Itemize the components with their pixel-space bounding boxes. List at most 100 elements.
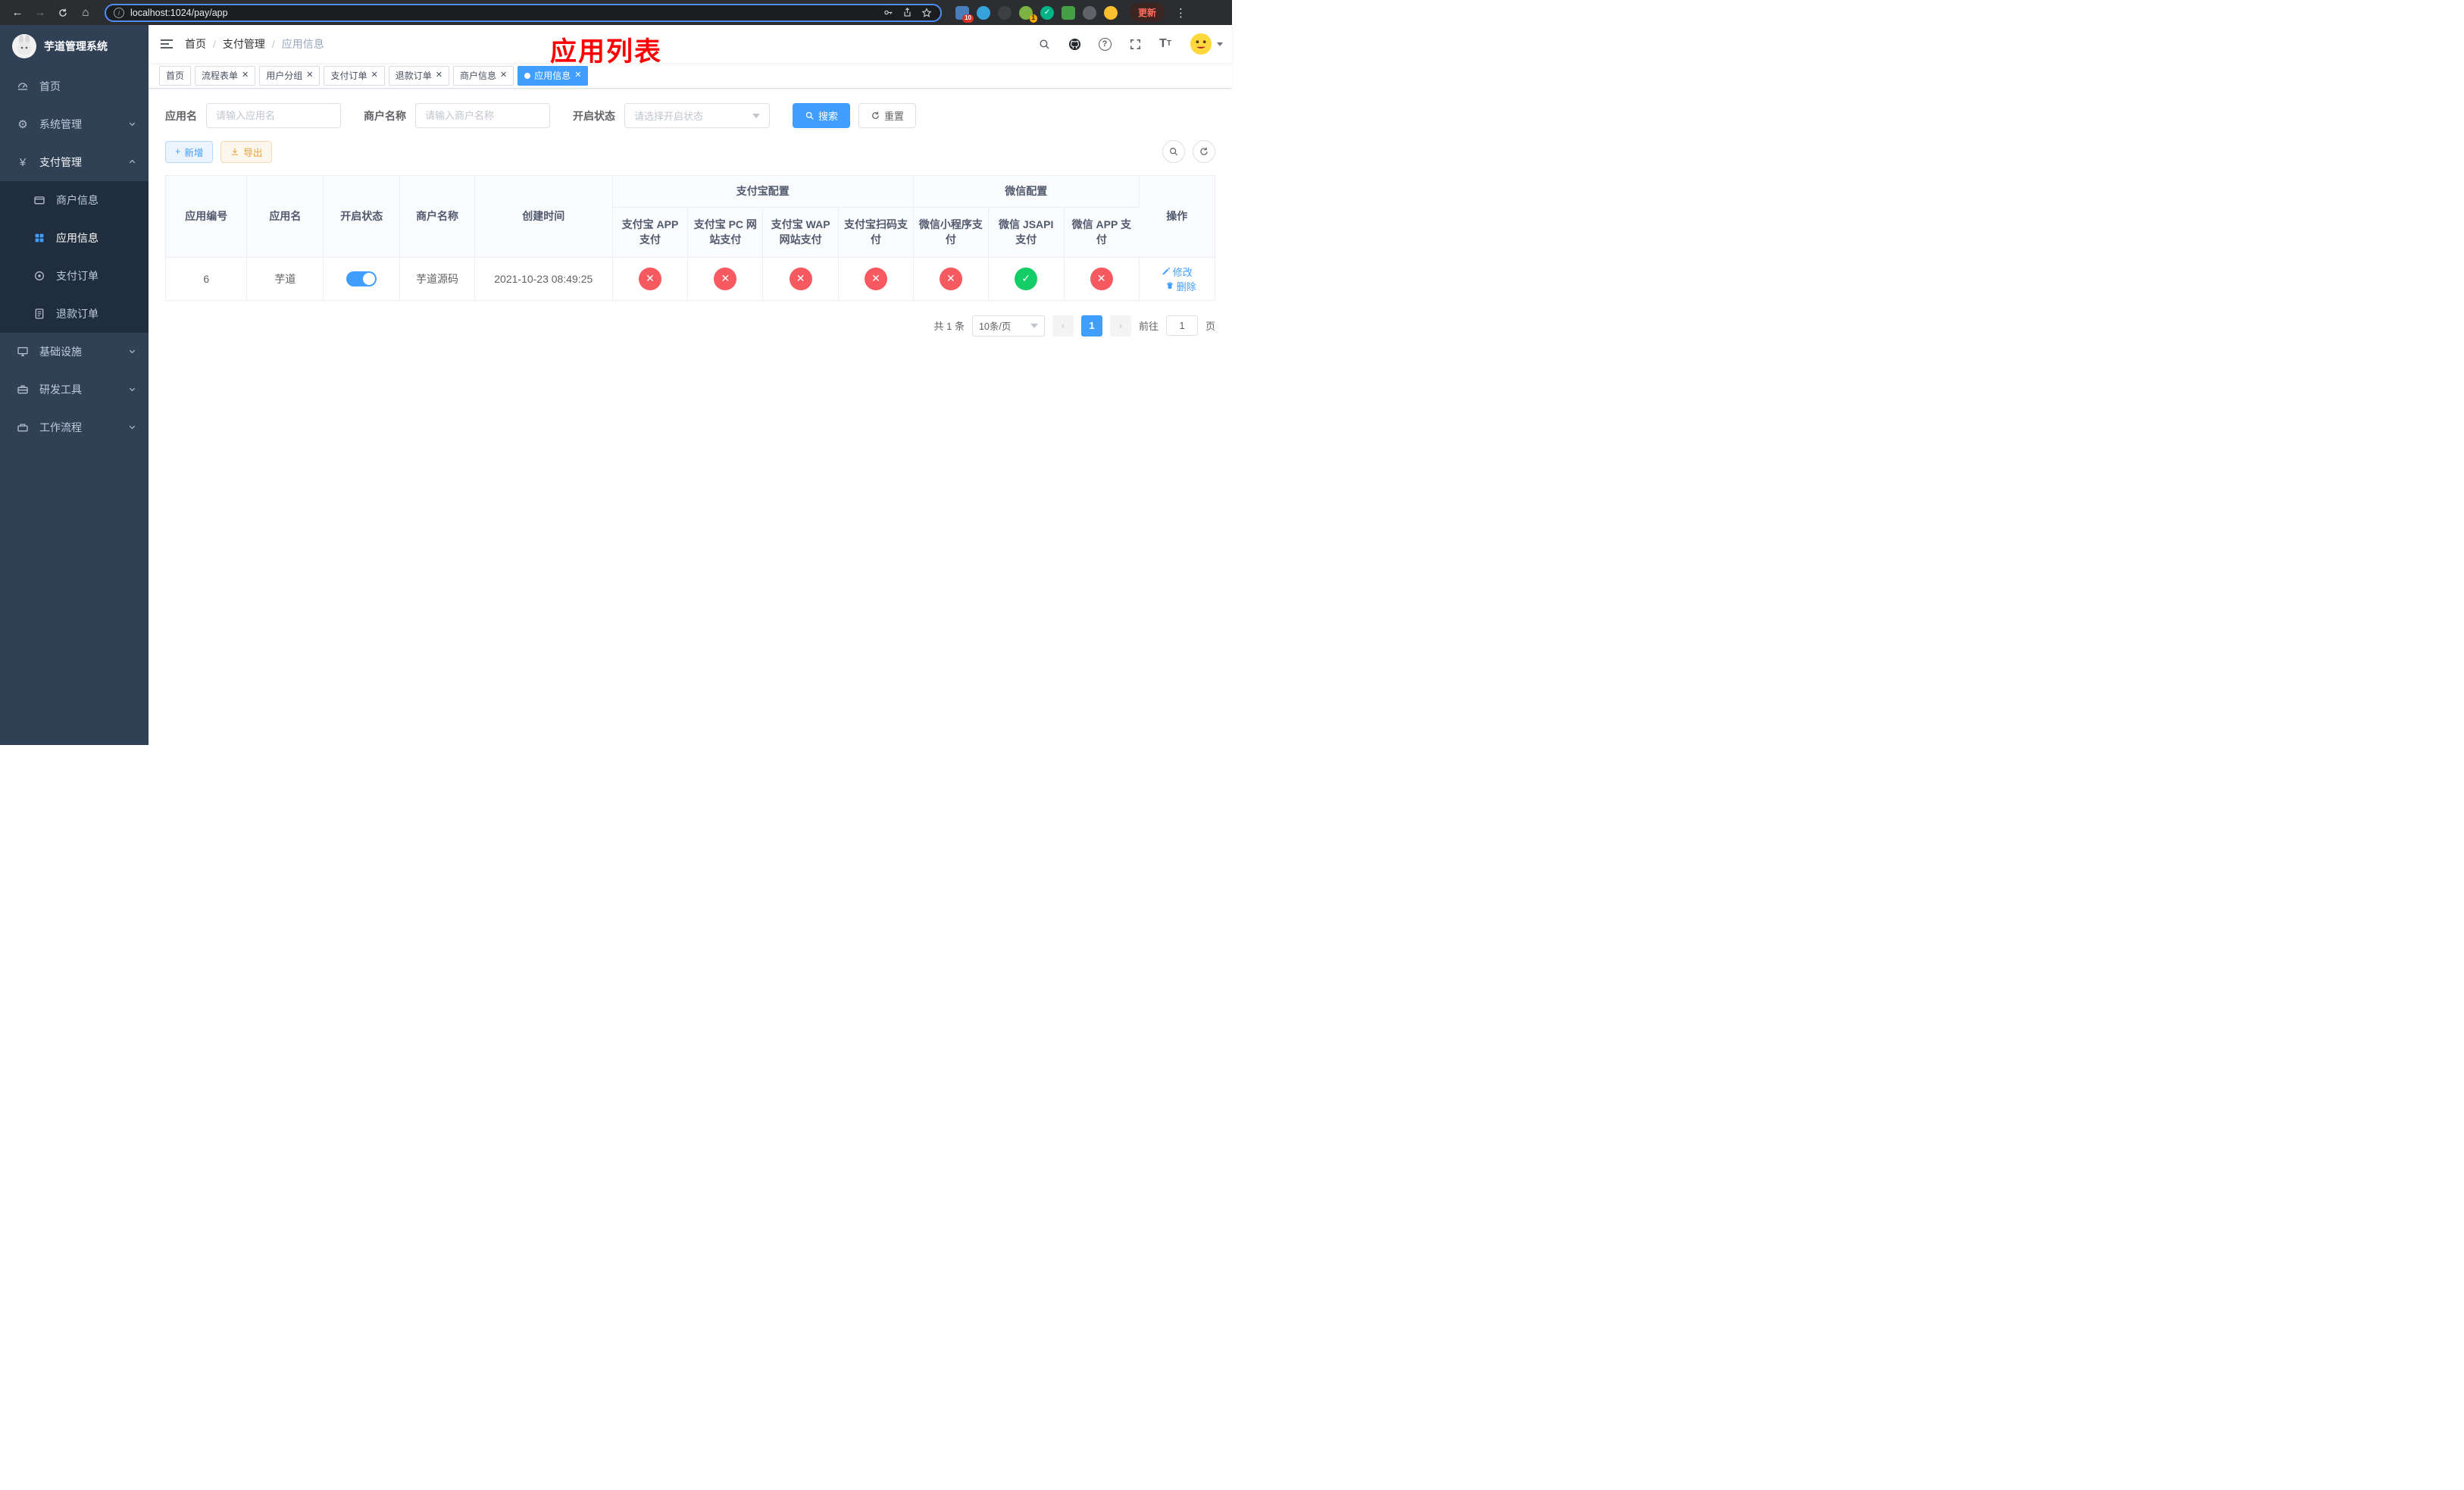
- extension-icon-7[interactable]: [1083, 5, 1096, 20]
- chevron-down-icon: [128, 118, 136, 130]
- pagination-total: 共 1 条: [933, 321, 965, 332]
- merchant-name-input[interactable]: [415, 103, 550, 128]
- col-alipay-app: 支付宝 APP 支付: [612, 207, 689, 258]
- hamburger-icon[interactable]: [149, 39, 185, 49]
- toolbox-icon: [17, 383, 29, 396]
- grid-icon: [33, 232, 45, 244]
- alipay-app-status-icon: ✕: [638, 267, 661, 290]
- close-icon[interactable]: ✕: [306, 71, 313, 80]
- next-page-button[interactable]: ›: [1109, 315, 1131, 337]
- extension-icon-4[interactable]: 1: [1019, 5, 1037, 23]
- col-alipay-qr: 支付宝扫码支付: [838, 207, 914, 258]
- col-wechat-mini: 微信小程序支付: [913, 207, 989, 258]
- col-wechat-jsapi: 微信 JSAPI 支付: [988, 207, 1065, 258]
- status-select[interactable]: 请选择开启状态: [624, 103, 770, 128]
- col-merchant: 商户名称: [399, 176, 475, 258]
- browser-forward-button[interactable]: →: [30, 3, 50, 23]
- search-icon[interactable]: [1035, 35, 1053, 53]
- extension-icon-8[interactable]: [1104, 5, 1118, 20]
- breadcrumb-payment[interactable]: 支付管理: [223, 36, 265, 52]
- sidebar-item-app-info[interactable]: 应用信息: [0, 219, 149, 257]
- status-toggle[interactable]: [346, 271, 377, 286]
- tag-user-group[interactable]: 用户分组 ✕: [259, 65, 321, 86]
- col-created: 创建时间: [474, 176, 613, 258]
- tag-app-info[interactable]: 应用信息 ✕: [518, 65, 589, 86]
- extension-icon-6[interactable]: [1062, 5, 1075, 20]
- sidebar-item-payment-orders[interactable]: 支付订单: [0, 257, 149, 295]
- sidebar-item-payment[interactable]: ¥ 支付管理: [0, 143, 149, 181]
- refresh-table-button[interactable]: [1193, 140, 1215, 163]
- dashboard-icon: [17, 80, 29, 92]
- close-icon[interactable]: ✕: [574, 71, 581, 80]
- col-app-name: 应用名: [246, 176, 324, 258]
- tag-process-form[interactable]: 流程表单 ✕: [195, 65, 256, 86]
- font-size-icon[interactable]: TT: [1156, 35, 1174, 53]
- app-title: 芋道管理系统: [44, 40, 108, 52]
- app-table: 应用编号 应用名 开启状态 商户名称 创建时间 支付宝配置 微信配置 操作 支付…: [165, 175, 1215, 301]
- browser-home-button[interactable]: ⌂: [76, 3, 95, 23]
- edit-link[interactable]: 修改: [1162, 265, 1193, 279]
- prev-page-button[interactable]: ‹: [1052, 315, 1074, 337]
- browser-back-button[interactable]: ←: [8, 3, 27, 23]
- url-text: localhost:1024/pay/app: [130, 7, 228, 18]
- bookmark-star-icon[interactable]: [921, 7, 933, 19]
- tag-refund-orders[interactable]: 退款订单 ✕: [388, 65, 449, 86]
- fullscreen-icon[interactable]: [1126, 35, 1144, 53]
- active-dot: [524, 72, 531, 79]
- site-info-icon[interactable]: i: [114, 7, 124, 18]
- sidebar-item-infrastructure[interactable]: 基础设施: [0, 333, 149, 371]
- caret-down-icon: [1217, 42, 1223, 46]
- breadcrumb-home[interactable]: 首页: [185, 36, 206, 52]
- page-number-1[interactable]: 1: [1080, 315, 1102, 337]
- tag-payment-orders[interactable]: 支付订单 ✕: [324, 65, 385, 86]
- close-icon[interactable]: ✕: [436, 71, 442, 80]
- toggle-search-button[interactable]: [1162, 140, 1185, 163]
- search-button[interactable]: 搜索: [793, 103, 851, 128]
- github-icon[interactable]: [1065, 35, 1083, 53]
- gear-icon: ⚙: [17, 118, 28, 131]
- card-icon: [33, 194, 45, 206]
- close-icon[interactable]: ✕: [371, 71, 378, 80]
- add-button[interactable]: + 新增: [165, 140, 214, 163]
- chevron-down-icon: [128, 383, 136, 396]
- password-key-icon[interactable]: [883, 7, 894, 18]
- export-button[interactable]: 导出: [220, 140, 273, 163]
- sidebar-item-refund-orders[interactable]: 退款订单: [0, 295, 149, 333]
- share-icon[interactable]: [902, 7, 913, 18]
- sidebar-item-merchant-info[interactable]: 商户信息: [0, 181, 149, 219]
- close-icon[interactable]: ✕: [500, 71, 507, 80]
- extension-icon-3[interactable]: [998, 5, 1012, 20]
- extension-icon-5[interactable]: ✓: [1040, 5, 1054, 20]
- extension-icon-2[interactable]: [977, 5, 990, 20]
- reset-button[interactable]: 重置: [858, 103, 917, 128]
- browser-refresh-button[interactable]: [53, 3, 73, 23]
- goto-page-input[interactable]: [1165, 315, 1198, 336]
- alipay-qr-status-icon: ✕: [865, 267, 888, 290]
- help-icon[interactable]: ?: [1096, 35, 1114, 53]
- app-name-input[interactable]: [206, 103, 341, 128]
- sidebar-item-workflow[interactable]: 工作流程: [0, 408, 149, 446]
- sidebar-item-dev-tools[interactable]: 研发工具: [0, 371, 149, 408]
- search-icon: [1170, 148, 1178, 156]
- page-content: 应用名 商户名称 开启状态 请选择开启状态: [149, 89, 1232, 745]
- close-icon[interactable]: ✕: [242, 71, 249, 80]
- workflow-icon: [17, 421, 29, 434]
- url-bar[interactable]: i localhost:1024/pay/app: [105, 3, 942, 22]
- sidebar-item-system[interactable]: ⚙ 系统管理: [0, 105, 149, 143]
- tag-merchant-info[interactable]: 商户信息 ✕: [452, 65, 514, 86]
- cell-app-name: 芋道: [246, 257, 324, 301]
- user-avatar[interactable]: [1190, 33, 1223, 55]
- col-alipay-wap: 支付宝 WAP 网站支付: [762, 207, 840, 258]
- col-status: 开启状态: [323, 176, 401, 258]
- refresh-icon: [59, 8, 67, 17]
- col-group-wechat: 微信配置: [913, 176, 1140, 208]
- delete-link[interactable]: 删除: [1165, 279, 1196, 293]
- browser-menu-icon[interactable]: ⋮: [1172, 6, 1190, 20]
- tag-home[interactable]: 首页: [159, 65, 192, 86]
- chrome-update-button[interactable]: 更新: [1130, 3, 1165, 22]
- extension-icon-1[interactable]: 10: [955, 5, 974, 23]
- page-size-select[interactable]: 10条/页: [971, 315, 1045, 337]
- sidebar-item-home[interactable]: 首页: [0, 67, 149, 105]
- wechat-app-status-icon: ✕: [1090, 267, 1113, 290]
- sidebar-logo[interactable]: 芋道管理系统: [0, 25, 149, 67]
